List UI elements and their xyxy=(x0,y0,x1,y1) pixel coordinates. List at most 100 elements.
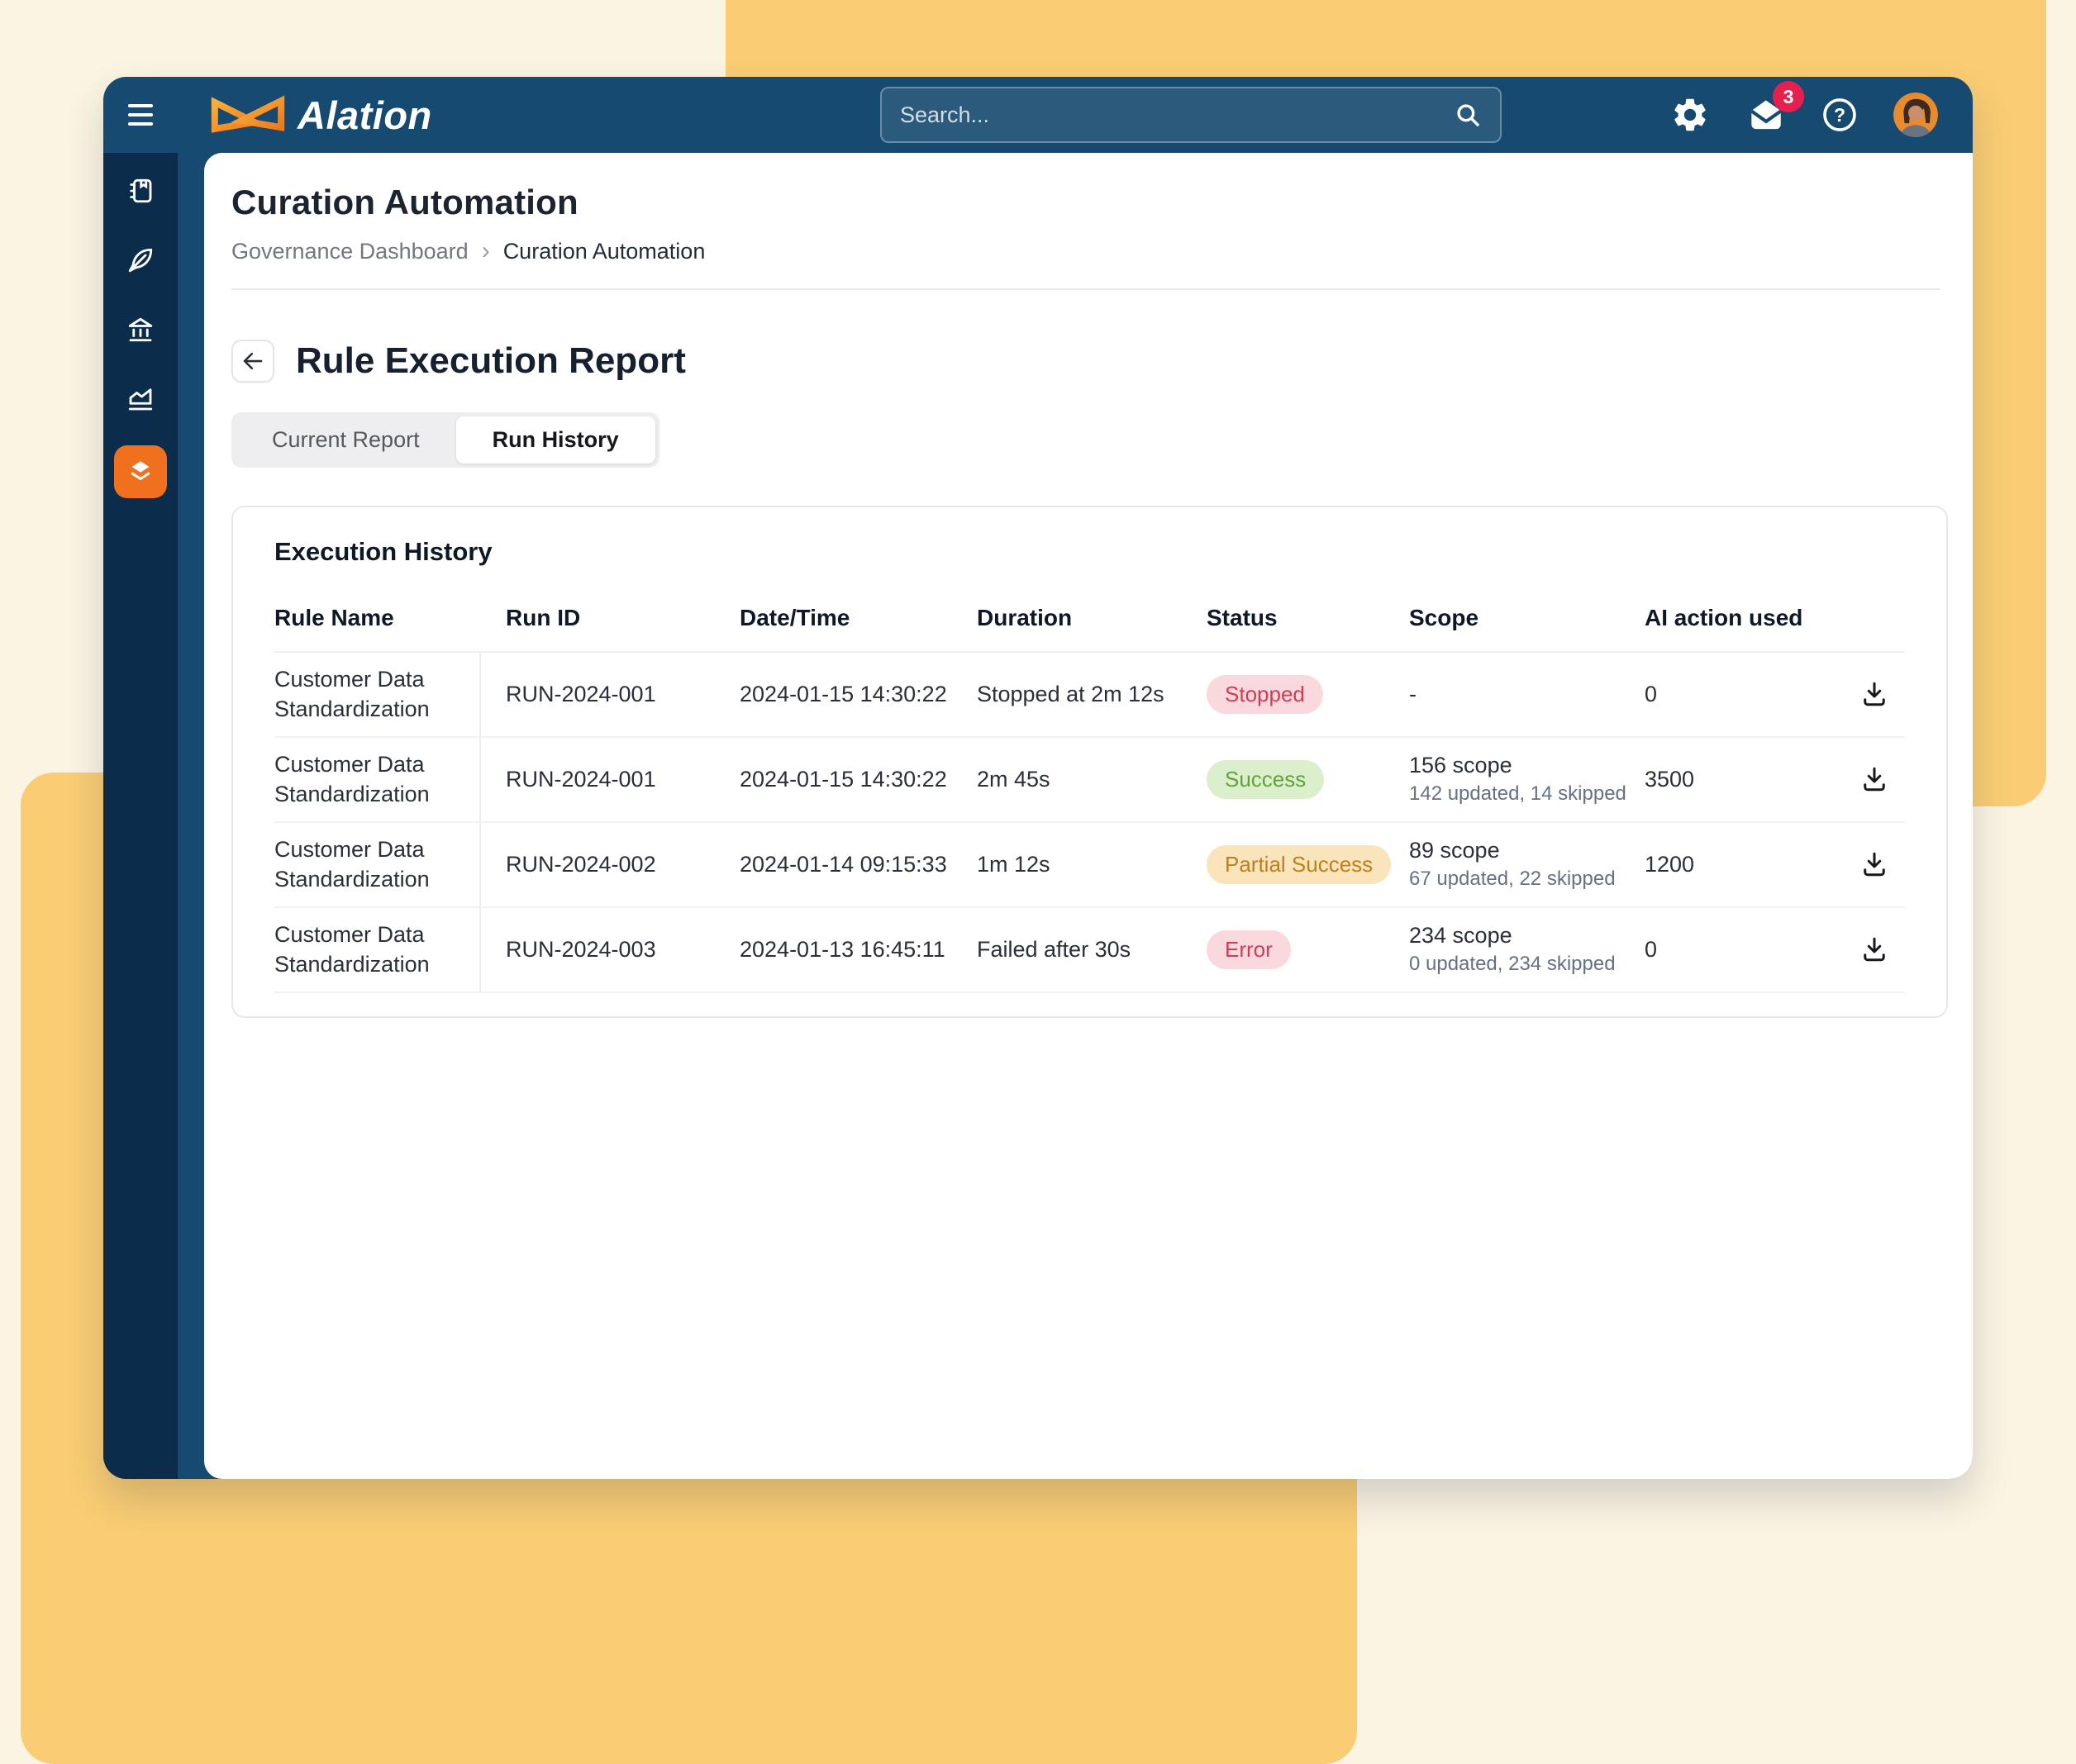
layers-icon xyxy=(126,457,155,487)
scope-cell: 89 scope 67 updated, 22 skipped xyxy=(1409,838,1645,891)
global-search xyxy=(880,87,1502,143)
scope-detail: 0 updated, 234 skipped xyxy=(1409,953,1645,976)
report-tabs: Current ReportRun History xyxy=(231,412,659,468)
quill-icon xyxy=(126,245,155,275)
notification-badge: 3 xyxy=(1773,81,1804,112)
status-badge: Success xyxy=(1207,760,1324,799)
scope-detail: 142 updated, 14 skipped xyxy=(1409,782,1645,806)
scope-detail: 67 updated, 22 skipped xyxy=(1409,868,1645,891)
status-badge: Error xyxy=(1207,930,1291,969)
download-icon xyxy=(1859,764,1889,794)
actions-cell xyxy=(1843,849,1905,879)
alation-logo: Alation xyxy=(208,93,432,138)
status-cell: Stopped xyxy=(1207,675,1409,714)
report-header: Rule Execution Report xyxy=(231,340,1948,383)
ai-actions-cell: 1200 xyxy=(1645,852,1843,877)
logo-text: Alation xyxy=(298,93,432,138)
user-avatar[interactable] xyxy=(1893,93,1938,137)
menu-icon xyxy=(128,104,153,107)
ai-actions-cell: 0 xyxy=(1645,937,1843,963)
page-title: Curation Automation xyxy=(231,183,1940,222)
ai-actions-cell: 0 xyxy=(1645,682,1843,707)
tab-current-report[interactable]: Current Report xyxy=(236,416,456,464)
card-title: Execution History xyxy=(274,537,1905,567)
search-icon[interactable] xyxy=(1454,101,1482,129)
rule-name-cell: Customer Data Standardization xyxy=(274,653,481,736)
column-header: AI action used xyxy=(1645,605,1843,631)
breadcrumb-current: Curation Automation xyxy=(503,239,706,264)
datetime-cell: 2024-01-14 09:15:33 xyxy=(740,852,977,877)
column-header: Rule Name xyxy=(274,605,481,631)
table-row: Customer Data Standardization RUN-2024-0… xyxy=(274,738,1905,823)
avatar-photo xyxy=(1893,93,1938,137)
scope-value: - xyxy=(1409,682,1645,707)
scope-value: 156 scope xyxy=(1409,753,1645,778)
download-button[interactable] xyxy=(1843,849,1905,879)
actions-cell xyxy=(1843,679,1905,709)
rule-name-cell: Customer Data Standardization xyxy=(274,823,481,906)
topbar: Alation 3 xyxy=(103,77,1973,153)
table-row: Customer Data Standardization RUN-2024-0… xyxy=(274,823,1905,908)
download-button[interactable] xyxy=(1843,679,1905,709)
catalog-book-icon xyxy=(126,176,155,206)
sidebar-item-curation[interactable] xyxy=(122,244,159,277)
download-icon xyxy=(1859,679,1889,709)
table-row: Customer Data Standardization RUN-2024-0… xyxy=(274,908,1905,993)
breadcrumb-parent[interactable]: Governance Dashboard xyxy=(231,239,469,264)
back-button[interactable] xyxy=(231,340,274,383)
download-button[interactable] xyxy=(1843,764,1905,794)
table-header-row: Rule NameRun IDDate/TimeDurationStatusSc… xyxy=(274,590,1905,653)
download-button[interactable] xyxy=(1843,934,1905,964)
rule-name-cell: Customer Data Standardization xyxy=(274,908,481,991)
column-header: Run ID xyxy=(481,605,740,631)
search-input[interactable] xyxy=(900,102,1454,128)
logo-bowtie-icon xyxy=(208,94,288,136)
scope-cell: - xyxy=(1409,682,1645,707)
status-cell: Partial Success xyxy=(1207,845,1409,884)
help-button[interactable]: ? xyxy=(1821,96,1859,134)
back-arrow-icon xyxy=(240,349,265,373)
sidebar-item-analytics[interactable] xyxy=(122,383,159,416)
notifications-button[interactable]: 3 xyxy=(1745,94,1786,136)
sidebar-item-automation[interactable] xyxy=(114,445,167,498)
column-header: Status xyxy=(1207,605,1409,631)
gear-icon xyxy=(1670,95,1710,135)
sidebar-item-catalog[interactable] xyxy=(122,174,159,207)
actions-cell xyxy=(1843,764,1905,794)
datetime-cell: 2024-01-15 14:30:22 xyxy=(740,682,977,707)
run-id-cell: RUN-2024-001 xyxy=(481,767,740,792)
status-cell: Error xyxy=(1207,930,1409,969)
settings-button[interactable] xyxy=(1670,95,1710,135)
status-cell: Success xyxy=(1207,760,1409,799)
help-icon: ? xyxy=(1821,96,1859,134)
hamburger-menu-button[interactable] xyxy=(124,98,157,131)
duration-cell: Failed after 30s xyxy=(977,937,1207,963)
table-row: Customer Data Standardization RUN-2024-0… xyxy=(274,653,1905,738)
run-id-cell: RUN-2024-002 xyxy=(481,852,740,877)
rule-name-cell: Customer Data Standardization xyxy=(274,738,481,821)
sidebar-item-governance[interactable] xyxy=(122,313,159,346)
scope-value: 234 scope xyxy=(1409,923,1645,949)
column-header: Scope xyxy=(1409,605,1645,631)
analytics-chart-icon xyxy=(126,384,155,414)
tab-run-history[interactable]: Run History xyxy=(456,416,655,464)
bank-icon xyxy=(126,315,155,345)
datetime-cell: 2024-01-15 14:30:22 xyxy=(740,767,977,792)
download-icon xyxy=(1859,934,1889,964)
datetime-cell: 2024-01-13 16:45:11 xyxy=(740,937,977,963)
page-header: Curation Automation Governance Dashboard… xyxy=(204,153,1973,290)
table-body: Customer Data Standardization RUN-2024-0… xyxy=(274,653,1905,993)
column-header: Duration xyxy=(977,605,1207,631)
breadcrumb-separator-icon: › xyxy=(482,237,490,265)
topbar-actions: 3 ? xyxy=(1670,93,1938,137)
app-window: Alation 3 xyxy=(103,77,1973,1479)
report-section: Rule Execution Report Current ReportRun … xyxy=(204,290,1973,1018)
download-icon xyxy=(1859,849,1889,879)
sidebar xyxy=(103,153,178,1479)
scope-value: 89 scope xyxy=(1409,838,1645,863)
svg-text:?: ? xyxy=(1834,104,1845,126)
column-header: Date/Time xyxy=(740,605,977,631)
breadcrumb: Governance Dashboard › Curation Automati… xyxy=(231,237,1940,265)
scope-cell: 156 scope 142 updated, 14 skipped xyxy=(1409,753,1645,806)
status-badge: Partial Success xyxy=(1207,845,1391,884)
